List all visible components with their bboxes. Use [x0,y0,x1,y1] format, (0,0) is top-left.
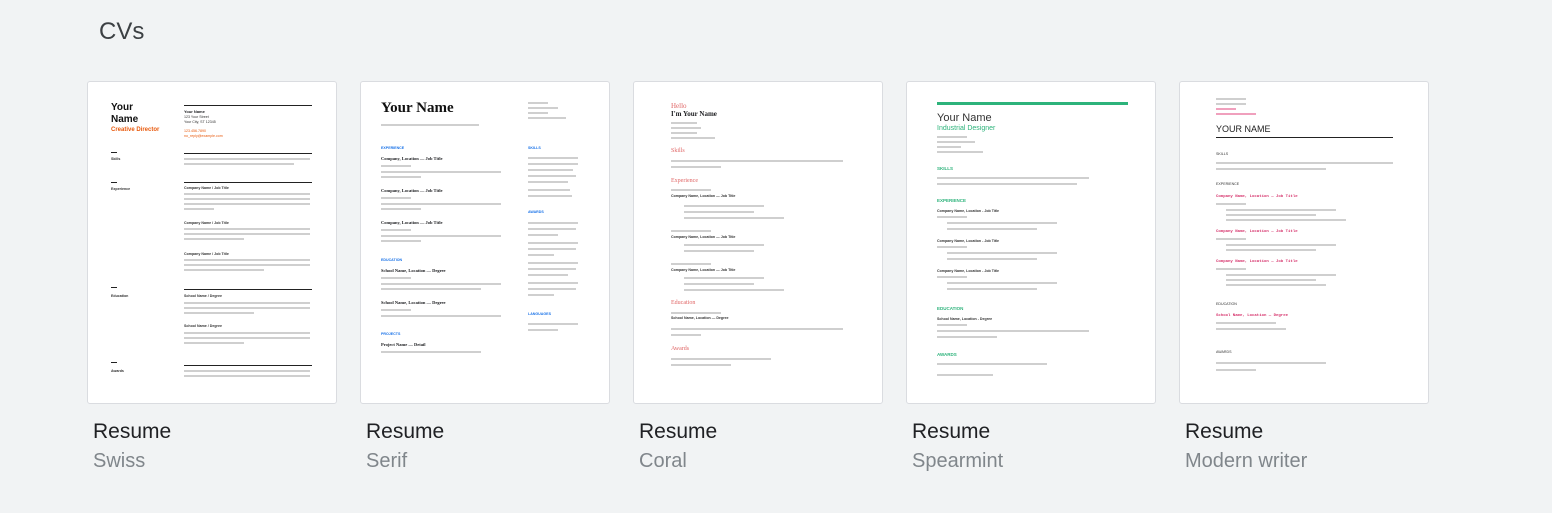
coral-experience-heading: Experience [671,178,698,184]
writer-school: School Name, Location — Degree [1216,314,1289,318]
spearmint-education-heading: EDUCATION [937,306,964,311]
coral-education-heading: Education [671,300,696,306]
writer-skills-heading: SKILLS [1216,152,1229,156]
template-title-coral[interactable]: Resume [639,420,717,444]
coral-name: I'm Your Name [671,110,717,118]
spearmint-school: School Name, Location - Degree [937,317,993,321]
template-subtitle-serif[interactable]: Serif [366,450,407,473]
spearmint-name: Your Name [937,112,992,124]
writer-name: YOUR NAME [1216,124,1271,134]
template-card-serif[interactable]: Your Name EXPERIENCE Company, Location —… [360,0,610,472]
serif-skills-heading: SKILLS [528,146,541,150]
spearmint-job1: Company Name, Location - Job Title [937,209,1000,213]
spearmint-job3: Company Name, Location - Job Title [937,269,1000,273]
serif-awards-heading: AWARDS [528,210,544,214]
writer-job3: Company Name, Location — Job Title [1216,260,1298,264]
serif-school1: School Name, Location — Degree [381,268,446,273]
template-subtitle-swiss[interactable]: Swiss [93,450,145,473]
swiss-job2: Company Name / Job Title [184,221,229,225]
template-title-spearmint[interactable]: Resume [912,420,990,444]
coral-job1: Company Name, Location — Job Title [671,194,736,198]
spearmint-awards-heading: AWARDS [937,352,957,357]
swiss-name-line1: Your [111,102,134,113]
swiss-skills-heading: Skills [111,157,121,161]
spearmint-skills-heading: SKILLS [937,166,954,171]
template-card-spearmint[interactable]: Your Name Industrial Designer SKILLS EXP… [906,0,1156,472]
swiss-school2: School Name / Degree [184,324,222,328]
template-thumbnail-coral[interactable]: Hello I'm Your Name Skills Experience Co… [633,81,883,404]
template-card-swiss[interactable]: Your Name Creative Director Your Name 12… [87,0,337,472]
coral-awards-heading: Awards [671,346,690,352]
swiss-job3: Company Name / Job Title [184,252,229,256]
template-thumbnail-modern-writer[interactable]: YOUR NAME SKILLS EXPERIENCE Company Name… [1179,81,1429,404]
writer-education-heading: EDUCATION [1216,302,1237,306]
coral-job3: Company Name, Location — Job Title [671,268,736,272]
template-card-coral[interactable]: Hello I'm Your Name Skills Experience Co… [633,0,883,472]
spearmint-experience-heading: EXPERIENCE [937,198,967,203]
coral-school: School Name, Location — Degree [671,316,729,320]
spearmint-title: Industrial Designer [937,125,996,132]
coral-job2: Company Name, Location — Job Title [671,235,736,239]
coral-hello: Hello [671,102,687,110]
template-thumbnail-swiss[interactable]: Your Name Creative Director Your Name 12… [87,81,337,404]
template-subtitle-spearmint[interactable]: Spearmint [912,450,1003,473]
template-title-modern-writer[interactable]: Resume [1185,420,1263,444]
serif-job3: Company, Location — Job Title [381,220,443,225]
swiss-title: Creative Director [111,127,160,133]
swiss-education-heading: Education [111,294,129,298]
serif-name: Your Name [381,100,454,116]
swiss-contact-city: Your City, ST 12345 [184,120,216,124]
serif-education-heading: EDUCATION [381,258,403,262]
writer-job1: Company Name, Location — Job Title [1216,195,1298,199]
template-card-modern-writer[interactable]: YOUR NAME SKILLS EXPERIENCE Company Name… [1179,0,1429,472]
serif-project: Project Name — Detail [381,342,426,347]
spearmint-job2: Company Name, Location - Job Title [937,239,1000,243]
writer-awards-heading: AWARDS [1216,350,1232,354]
swiss-contact-email: no_reply@example.com [184,134,223,138]
serif-experience-heading: EXPERIENCE [381,146,405,150]
serif-job1: Company, Location — Job Title [381,156,443,161]
template-title-serif[interactable]: Resume [366,420,444,444]
coral-skills-heading: Skills [671,148,685,154]
writer-job2: Company Name, Location — Job Title [1216,230,1298,234]
writer-experience-heading: EXPERIENCE [1216,182,1240,186]
swiss-job1: Company Name / Job Title [184,186,229,190]
swiss-experience-heading: Experience [111,187,131,191]
serif-school2: School Name, Location — Degree [381,300,446,305]
template-title-swiss[interactable]: Resume [93,420,171,444]
swiss-name-line2: Name [111,114,139,125]
swiss-awards-heading: Awards [111,369,124,373]
serif-job2: Company, Location — Job Title [381,188,443,193]
template-subtitle-coral[interactable]: Coral [639,450,687,473]
swiss-school1: School Name / Degree [184,294,222,298]
serif-languages-heading: LANGUAGES [528,312,551,316]
template-thumbnail-spearmint[interactable]: Your Name Industrial Designer SKILLS EXP… [906,81,1156,404]
swiss-contact-name: Your Name [184,109,205,114]
serif-projects-heading: PROJECTS [381,332,401,336]
template-thumbnail-serif[interactable]: Your Name EXPERIENCE Company, Location —… [360,81,610,404]
template-subtitle-modern-writer[interactable]: Modern writer [1185,450,1307,473]
